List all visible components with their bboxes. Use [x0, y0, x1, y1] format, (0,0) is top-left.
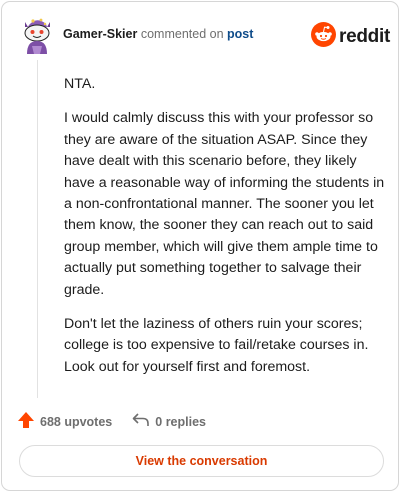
reddit-brand[interactable]: reddit: [311, 22, 390, 52]
comment-paragraph: I would calmly discuss this with your pr…: [64, 110, 385, 298]
post-link[interactable]: post: [227, 27, 253, 41]
comment-header: Gamer-Skier commented on post: [63, 27, 253, 41]
replies-count: 0 replies: [155, 414, 206, 429]
replies-button[interactable]: 0 replies: [132, 412, 206, 431]
upvote-count: 688 upvotes: [40, 414, 113, 429]
username-link[interactable]: Gamer-Skier: [63, 27, 137, 41]
upvote-arrow-icon: [17, 411, 35, 432]
action-text: commented on: [140, 27, 224, 41]
view-conversation-button[interactable]: View the conversation: [19, 445, 384, 477]
comment-body: NTA. I would calmly discuss this with yo…: [64, 74, 390, 391]
comment-card: Gamer-Skier commented on post reddit NTA…: [1, 1, 399, 491]
thread-line: [37, 60, 38, 398]
comment-paragraph: Don't let the laziness of others ruin yo…: [64, 316, 369, 375]
comment-actions: 688 upvotes 0 replies: [17, 411, 206, 432]
reddit-logo-icon: [311, 22, 336, 52]
comment-paragraph: NTA.: [64, 76, 96, 92]
reddit-wordmark: reddit: [339, 26, 390, 47]
reply-arrow-icon: [132, 412, 150, 431]
snoo-avatar-icon[interactable]: [21, 16, 53, 54]
upvote-button[interactable]: 688 upvotes: [17, 411, 112, 432]
